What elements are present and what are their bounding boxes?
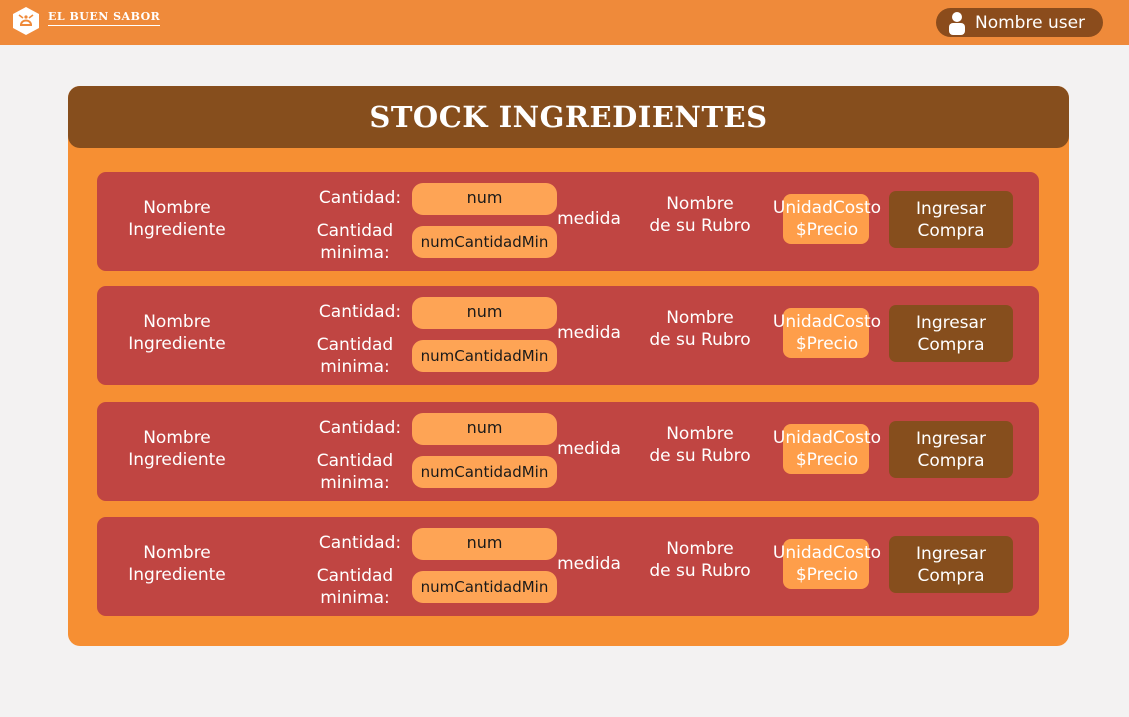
person-icon [949, 11, 965, 35]
min-quantity-field[interactable]: numCantidadMin [412, 456, 557, 488]
quantity-label: Cantidad: [318, 418, 402, 438]
quantity-field[interactable]: num [412, 413, 557, 445]
ingredient-name: Nombre Ingrediente [128, 428, 226, 470]
unit-cost-price: UnidadCosto $Precio [772, 198, 882, 240]
unit-label: medida [557, 554, 621, 574]
purchase-button[interactable]: Ingresar Compra [889, 421, 1013, 478]
min-quantity-label: Cantidad minima: [316, 335, 394, 377]
category-name: Nombre de su Rubro [649, 539, 751, 581]
min-quantity-field[interactable]: numCantidadMin [412, 571, 557, 603]
stock-panel: STOCK INGREDIENTES Nombre Ingrediente Can… [68, 86, 1069, 646]
ingredient-name: Nombre Ingrediente [128, 198, 226, 240]
min-quantity-label: Cantidad minima: [316, 566, 394, 608]
quantity-label: Cantidad: [318, 533, 402, 553]
ingredient-row: Nombre Ingrediente Cantidad: num Cantidad… [97, 517, 1039, 616]
min-quantity-label: Cantidad minima: [316, 451, 394, 493]
unit-cost-price: UnidadCosto $Precio [772, 543, 882, 585]
top-bar: EL BUEN SABOR Nombre user [0, 0, 1129, 45]
purchase-button[interactable]: Ingresar Compra [889, 536, 1013, 593]
quantity-label: Cantidad: [318, 188, 402, 208]
unit-cost-price: UnidadCosto $Precio [772, 312, 882, 354]
unit-label: medida [557, 323, 621, 343]
purchase-button[interactable]: Ingresar Compra [889, 305, 1013, 362]
min-quantity-field[interactable]: numCantidadMin [412, 226, 557, 258]
ingredient-name: Nombre Ingrediente [128, 312, 226, 354]
page-title: STOCK INGREDIENTES [369, 100, 768, 134]
category-name: Nombre de su Rubro [649, 424, 751, 466]
ingredient-row: Nombre Ingrediente Cantidad: num Cantidad… [97, 402, 1039, 501]
purchase-button[interactable]: Ingresar Compra [889, 191, 1013, 248]
quantity-field[interactable]: num [412, 528, 557, 560]
panel-header: STOCK INGREDIENTES [68, 86, 1069, 148]
unit-cost-price: UnidadCosto $Precio [772, 428, 882, 470]
chef-hat-icon[interactable] [12, 6, 40, 36]
unit-label: medida [557, 439, 621, 459]
quantity-field[interactable]: num [412, 297, 557, 329]
quantity-field[interactable]: num [412, 183, 557, 215]
min-quantity-label: Cantidad minima: [316, 221, 394, 263]
quantity-label: Cantidad: [318, 302, 402, 322]
min-quantity-field[interactable]: numCantidadMin [412, 340, 557, 372]
category-name: Nombre de su Rubro [649, 194, 751, 236]
user-name: Nombre user [975, 12, 1086, 33]
ingredient-row: Nombre Ingrediente Cantidad: num Cantidad… [97, 172, 1039, 271]
unit-label: medida [557, 209, 621, 229]
ingredient-name: Nombre Ingrediente [128, 543, 226, 585]
ingredient-row: Nombre Ingrediente Cantidad: num Cantidad… [97, 286, 1039, 385]
category-name: Nombre de su Rubro [649, 308, 751, 350]
brand-name[interactable]: EL BUEN SABOR [48, 10, 161, 26]
user-menu-button[interactable]: Nombre user [936, 8, 1103, 37]
